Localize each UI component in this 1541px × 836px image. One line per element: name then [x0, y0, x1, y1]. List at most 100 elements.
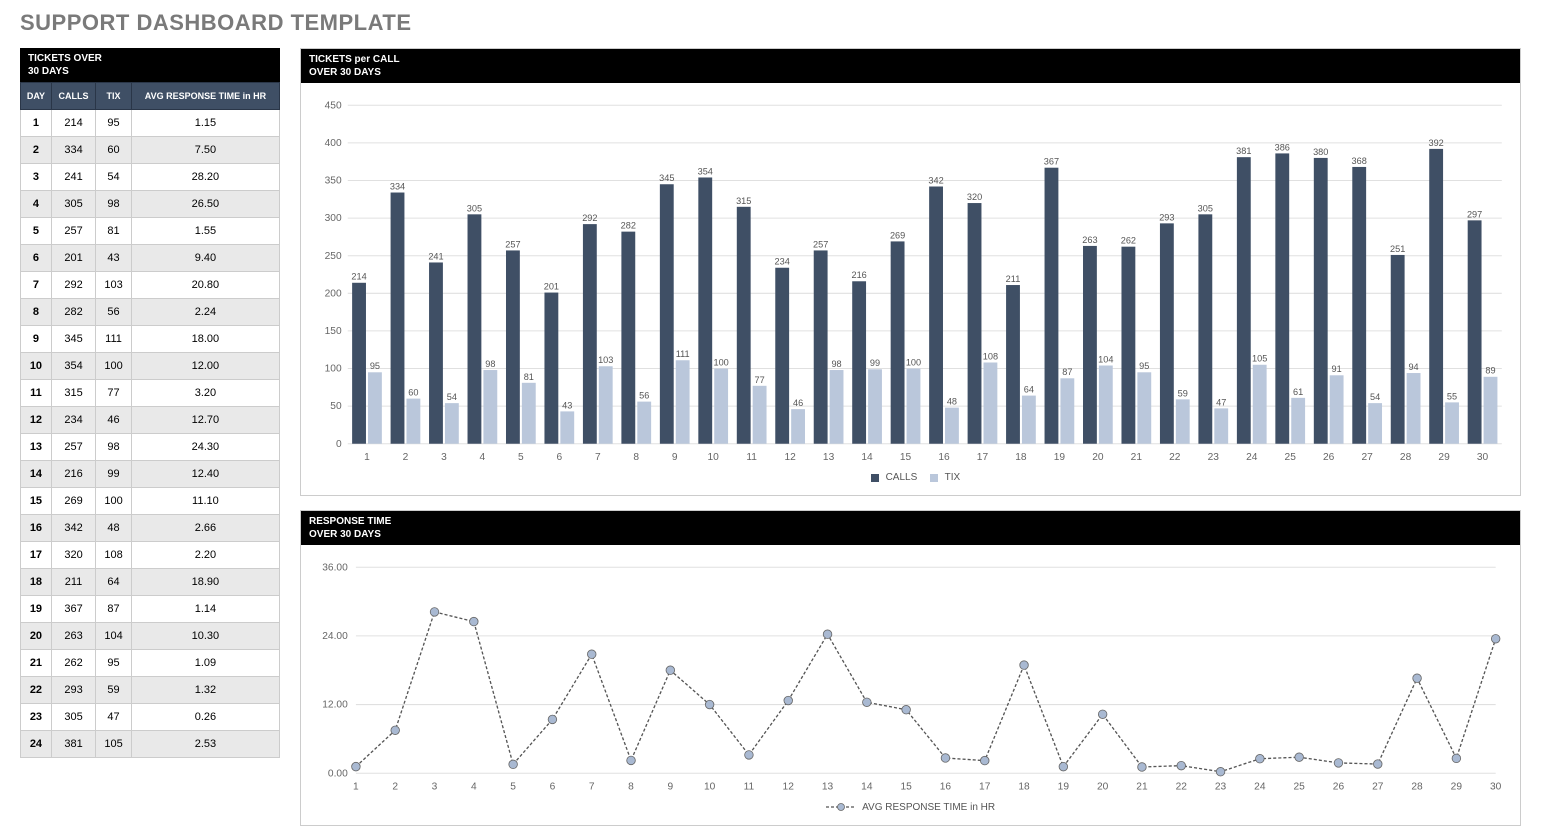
table-cell: 11.10 — [131, 488, 279, 515]
table-row: 1214951.15 — [21, 110, 280, 137]
svg-text:381: 381 — [1236, 146, 1251, 156]
svg-text:5: 5 — [510, 782, 516, 793]
svg-text:24.00: 24.00 — [322, 631, 348, 642]
svg-text:103: 103 — [598, 355, 613, 365]
table-cell: 14 — [21, 461, 52, 488]
table-row: 173201082.20 — [21, 542, 280, 569]
table-cell: 3.20 — [131, 380, 279, 407]
svg-text:241: 241 — [428, 251, 443, 261]
table-cell: 6 — [21, 245, 52, 272]
table-row: 934511118.00 — [21, 326, 280, 353]
table-cell: 21 — [21, 650, 52, 677]
table-row: 132579824.30 — [21, 434, 280, 461]
bar-chart-body: 0501001502002503003504004502149513346022… — [301, 83, 1520, 495]
bar-chart-header: TICKETS per CALLOVER 30 DAYS — [301, 49, 1520, 83]
svg-text:98: 98 — [831, 359, 841, 369]
svg-text:16: 16 — [940, 782, 952, 793]
svg-text:43: 43 — [562, 400, 572, 410]
table-cell: 315 — [51, 380, 95, 407]
svg-text:201: 201 — [544, 281, 559, 291]
table-cell: 9.40 — [131, 245, 279, 272]
table-cell: 9 — [21, 326, 52, 353]
table-cell: 262 — [51, 650, 95, 677]
svg-text:1: 1 — [353, 782, 359, 793]
svg-text:334: 334 — [390, 181, 405, 191]
table-cell: 98 — [96, 434, 132, 461]
table-row: 729210320.80 — [21, 272, 280, 299]
svg-text:315: 315 — [736, 196, 751, 206]
table-cell: 305 — [51, 191, 95, 218]
table-cell: 12 — [21, 407, 52, 434]
table-cell: 11 — [21, 380, 52, 407]
svg-text:297: 297 — [1467, 209, 1482, 219]
svg-text:4: 4 — [471, 782, 477, 793]
table-cell: 241 — [51, 164, 95, 191]
calls-swatch-icon — [871, 474, 879, 482]
svg-text:350: 350 — [325, 176, 342, 187]
table-row: 43059826.50 — [21, 191, 280, 218]
svg-text:7: 7 — [589, 782, 595, 793]
svg-text:29: 29 — [1451, 782, 1463, 793]
svg-text:16: 16 — [938, 452, 950, 463]
table-cell: 100 — [96, 353, 132, 380]
svg-text:18: 18 — [1018, 782, 1030, 793]
right-column: TICKETS per CALLOVER 30 DAYS 05010015020… — [300, 48, 1521, 826]
table-cell: 18.00 — [131, 326, 279, 353]
table-cell: 1.14 — [131, 596, 279, 623]
svg-text:100: 100 — [906, 357, 921, 367]
table-cell: 263 — [51, 623, 95, 650]
table-cell: 26.50 — [131, 191, 279, 218]
svg-text:11: 11 — [746, 452, 757, 463]
legend-tix-label: TIX — [945, 472, 961, 483]
table-cell: 15 — [21, 488, 52, 515]
svg-text:3: 3 — [441, 452, 447, 463]
svg-text:20: 20 — [1092, 452, 1104, 463]
svg-text:250: 250 — [325, 251, 342, 262]
table-cell: 77 — [96, 380, 132, 407]
table-row: 23305470.26 — [21, 704, 280, 731]
table-row: 21262951.09 — [21, 650, 280, 677]
table-row: 2026310410.30 — [21, 623, 280, 650]
table-cell: 2.66 — [131, 515, 279, 542]
svg-text:87: 87 — [1062, 367, 1072, 377]
table-cell: 367 — [51, 596, 95, 623]
svg-text:23: 23 — [1215, 782, 1227, 793]
svg-text:28: 28 — [1400, 452, 1412, 463]
svg-text:320: 320 — [967, 192, 982, 202]
svg-text:56: 56 — [639, 391, 649, 401]
table-cell: 43 — [96, 245, 132, 272]
svg-text:262: 262 — [1121, 236, 1136, 246]
svg-text:98: 98 — [485, 359, 495, 369]
table-cell: 10.30 — [131, 623, 279, 650]
table-row: 243811052.53 — [21, 731, 280, 758]
svg-text:59: 59 — [1178, 388, 1188, 398]
svg-text:111: 111 — [676, 349, 690, 359]
svg-text:50: 50 — [330, 401, 342, 412]
table-cell: 24 — [21, 731, 52, 758]
table-cell: 81 — [96, 218, 132, 245]
svg-text:450: 450 — [325, 100, 342, 111]
svg-text:368: 368 — [1352, 156, 1367, 166]
svg-text:48: 48 — [947, 397, 957, 407]
svg-text:400: 400 — [325, 138, 342, 149]
table-cell: 2 — [21, 137, 52, 164]
table-cell: 214 — [51, 110, 95, 137]
table-cell: 20.80 — [131, 272, 279, 299]
table-cell: 381 — [51, 731, 95, 758]
legend-line-label: AVG RESPONSE TIME in HR — [862, 802, 995, 813]
main-layout: TICKETS OVER30 DAYS DAYCALLSTIXAVG RESPO… — [20, 48, 1521, 826]
table-cell: 13 — [21, 434, 52, 461]
table-cell: 292 — [51, 272, 95, 299]
svg-text:257: 257 — [505, 239, 520, 249]
table-cell: 211 — [51, 569, 95, 596]
svg-text:24: 24 — [1254, 782, 1266, 793]
bar-chart-legend: CALLS TIX — [309, 468, 1512, 489]
svg-text:0.00: 0.00 — [328, 768, 348, 779]
svg-text:257: 257 — [813, 239, 828, 249]
legend-calls-label: CALLS — [886, 472, 918, 483]
table-cell: 2.53 — [131, 731, 279, 758]
svg-text:354: 354 — [698, 166, 713, 176]
left-column: TICKETS OVER30 DAYS DAYCALLSTIXAVG RESPO… — [20, 48, 280, 826]
table-column-header: AVG RESPONSE TIME in HR — [131, 83, 279, 110]
svg-text:392: 392 — [1429, 138, 1444, 148]
